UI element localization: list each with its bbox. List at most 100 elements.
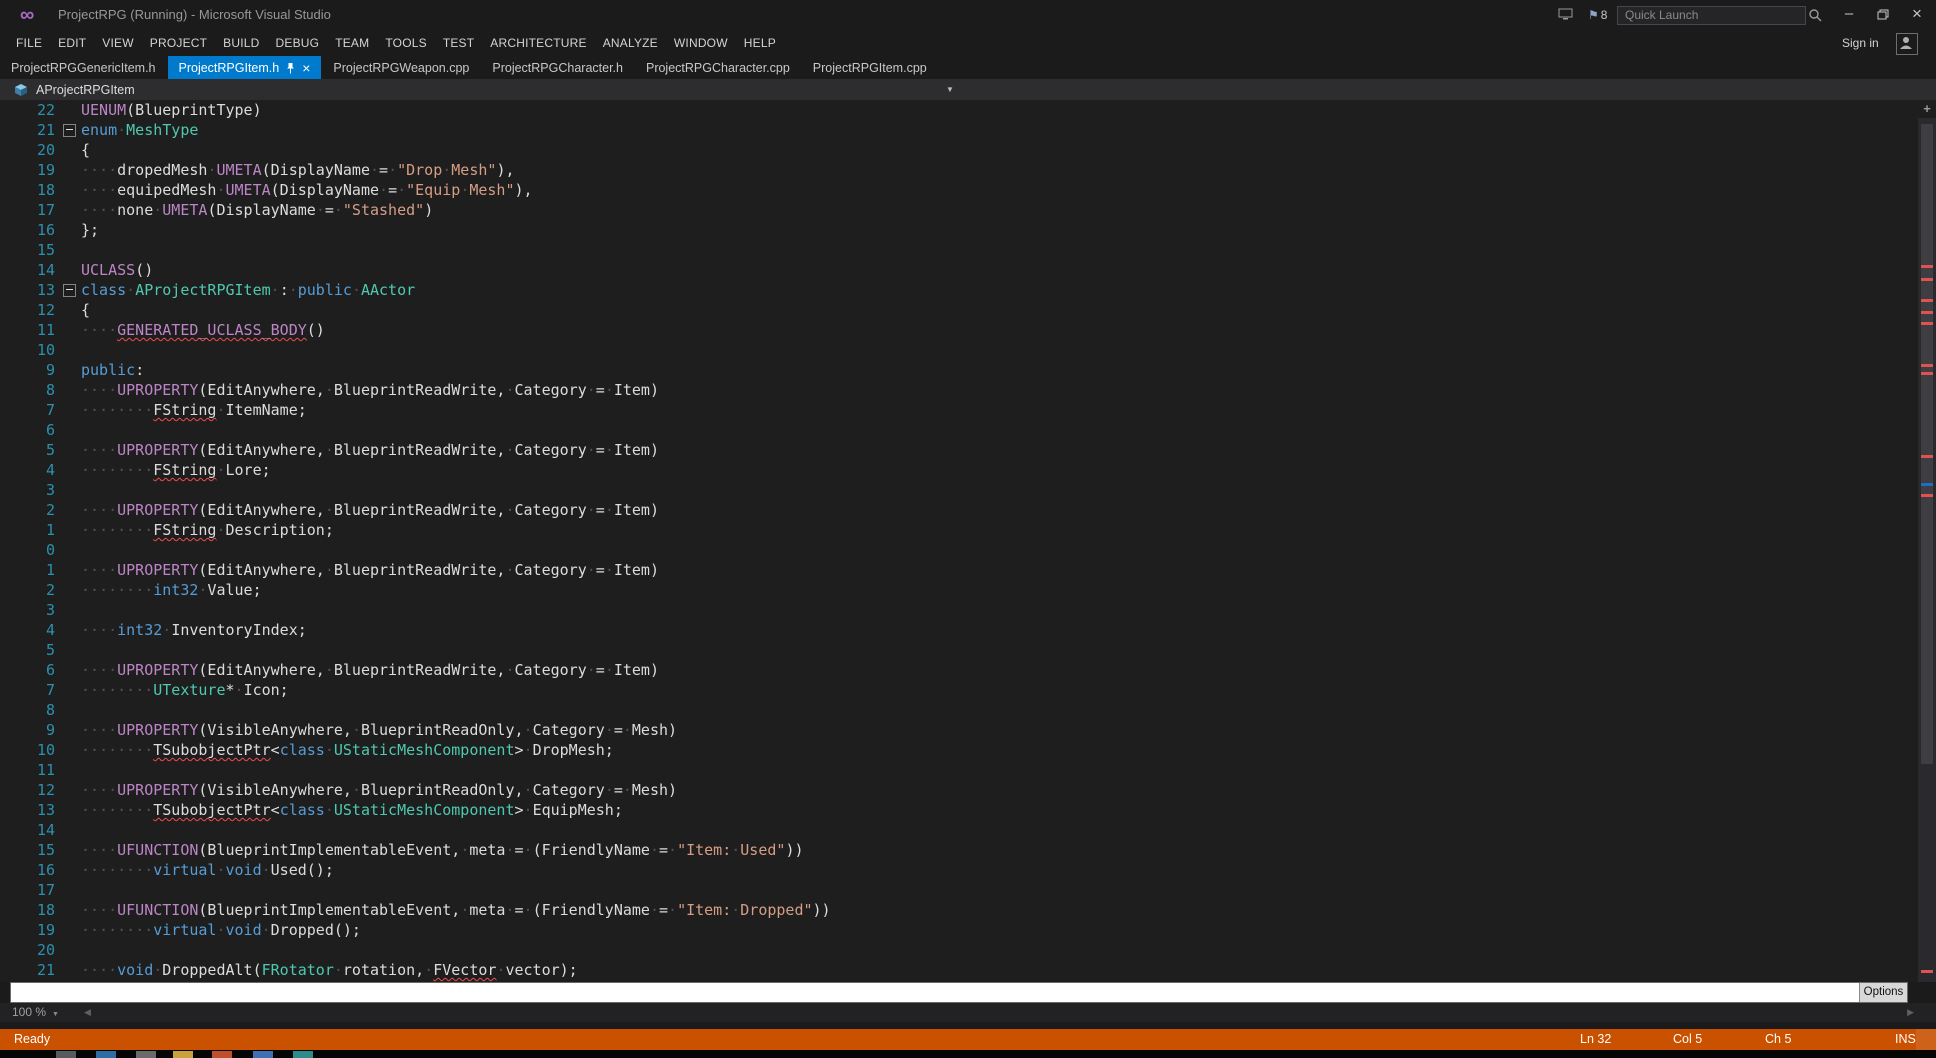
code-line[interactable]: 8····UPROPERTY(EditAnywhere,·BlueprintRe… bbox=[0, 380, 1918, 400]
menu-item-debug[interactable]: DEBUG bbox=[268, 30, 328, 56]
code-line[interactable]: 12····UPROPERTY(VisibleAnywhere,·Bluepri… bbox=[0, 780, 1918, 800]
code-line[interactable]: 22UENUM(BlueprintType) bbox=[0, 100, 1918, 120]
code-text: ····int32·InventoryIndex; bbox=[81, 620, 1918, 640]
user-avatar-icon[interactable] bbox=[1896, 33, 1918, 55]
split-editor-icon[interactable]: + bbox=[1919, 102, 1935, 116]
menu-item-project[interactable]: PROJECT bbox=[142, 30, 215, 56]
code-line[interactable]: 2····UPROPERTY(EditAnywhere,·BlueprintRe… bbox=[0, 500, 1918, 520]
taskbar-app-icon[interactable] bbox=[136, 1051, 156, 1058]
search-icon[interactable] bbox=[1808, 8, 1822, 27]
menu-item-test[interactable]: TEST bbox=[435, 30, 482, 56]
taskbar-app-icon[interactable] bbox=[253, 1051, 273, 1058]
code-line[interactable]: 10········TSubobjectPtr<class·UStaticMes… bbox=[0, 740, 1918, 760]
code-line[interactable]: 1····UPROPERTY(EditAnywhere,·BlueprintRe… bbox=[0, 560, 1918, 580]
code-line[interactable]: 19····dropedMesh·UMETA(DisplayName·=·"Dr… bbox=[0, 160, 1918, 180]
status-character-number: Ch 5 bbox=[1765, 1029, 1791, 1050]
code-line[interactable]: 14UCLASS() bbox=[0, 260, 1918, 280]
code-line[interactable]: 3 bbox=[0, 480, 1918, 500]
status-bar: Ready Ln 32 Col 5 Ch 5 INS bbox=[0, 1029, 1936, 1050]
restore-button[interactable] bbox=[1868, 0, 1898, 32]
feedback-monitor-icon[interactable] bbox=[1558, 8, 1573, 26]
code-line[interactable]: 6····UPROPERTY(EditAnywhere,·BlueprintRe… bbox=[0, 660, 1918, 680]
tab-ProjectRPGCharacter.h[interactable]: ProjectRPGCharacter.h bbox=[481, 56, 634, 79]
code-line[interactable]: 11····GENERATED_UCLASS_BODY() bbox=[0, 320, 1918, 340]
tab-ProjectRPGCharacter.cpp[interactable]: ProjectRPGCharacter.cpp bbox=[635, 56, 801, 79]
code-line[interactable]: 10 bbox=[0, 340, 1918, 360]
code-line[interactable]: 8 bbox=[0, 700, 1918, 720]
taskbar-app-icon[interactable] bbox=[212, 1051, 232, 1058]
type-dropdown[interactable]: AProjectRPGItem ▼ bbox=[0, 79, 963, 100]
menu-item-build[interactable]: BUILD bbox=[215, 30, 267, 56]
code-line[interactable]: 15····UFUNCTION(BlueprintImplementableEv… bbox=[0, 840, 1918, 860]
code-line[interactable]: 5 bbox=[0, 640, 1918, 660]
code-line[interactable]: 4········FString·Lore; bbox=[0, 460, 1918, 480]
taskbar-app-icon[interactable] bbox=[173, 1051, 193, 1058]
code-line[interactable]: 21enum·MeshType bbox=[0, 120, 1918, 140]
code-line[interactable]: 1········FString·Description; bbox=[0, 520, 1918, 540]
tab-ProjectRPGItem.h[interactable]: ProjectRPGItem.h× bbox=[168, 56, 322, 79]
sign-in-link[interactable]: Sign in bbox=[1842, 30, 1879, 56]
code-line[interactable]: 12{ bbox=[0, 300, 1918, 320]
minimize-button[interactable]: – bbox=[1834, 0, 1864, 30]
zoom-level-dropdown[interactable]: 100 %▼ bbox=[12, 1003, 59, 1024]
code-line[interactable]: 7········UTexture*·Icon; bbox=[0, 680, 1918, 700]
find-input[interactable]: Options bbox=[10, 982, 1908, 1003]
code-line[interactable]: 11 bbox=[0, 760, 1918, 780]
pin-icon[interactable] bbox=[286, 62, 295, 74]
menu-item-tools[interactable]: TOOLS bbox=[377, 30, 434, 56]
code-line[interactable]: 16········virtual·void·Used(); bbox=[0, 860, 1918, 880]
code-line[interactable]: 9····UPROPERTY(VisibleAnywhere,·Blueprin… bbox=[0, 720, 1918, 740]
close-window-button[interactable]: × bbox=[1902, 0, 1932, 30]
code-line[interactable]: 17····none·UMETA(DisplayName·=·"Stashed"… bbox=[0, 200, 1918, 220]
menu-item-view[interactable]: VIEW bbox=[94, 30, 141, 56]
code-line[interactable]: 13········TSubobjectPtr<class·UStaticMes… bbox=[0, 800, 1918, 820]
code-line[interactable]: 16}; bbox=[0, 220, 1918, 240]
code-line[interactable]: 6 bbox=[0, 420, 1918, 440]
chevron-down-icon[interactable]: ▼ bbox=[946, 79, 954, 100]
scroll-left-arrow[interactable]: ◀ bbox=[84, 1003, 91, 1022]
code-line[interactable]: 20{ bbox=[0, 140, 1918, 160]
code-line[interactable]: 2········int32·Value; bbox=[0, 580, 1918, 600]
scroll-right-arrow[interactable]: ▶ bbox=[1907, 1003, 1914, 1022]
close-icon[interactable]: × bbox=[302, 61, 310, 75]
notifications-flag-icon[interactable]: ⚑8 bbox=[1588, 0, 1607, 30]
tab-ProjectRPGGenericItem.h[interactable]: ProjectRPGGenericItem.h bbox=[0, 56, 167, 79]
code-area[interactable]: 22UENUM(BlueprintType)21enum·MeshType20{… bbox=[0, 100, 1918, 982]
code-line[interactable]: 17 bbox=[0, 880, 1918, 900]
code-line[interactable]: 5····UPROPERTY(EditAnywhere,·BlueprintRe… bbox=[0, 440, 1918, 460]
menu-item-help[interactable]: HELP bbox=[736, 30, 784, 56]
menu-item-file[interactable]: FILE bbox=[8, 30, 50, 56]
fold-collapse-box[interactable] bbox=[55, 280, 81, 300]
tab-ProjectRPGWeapon.cpp[interactable]: ProjectRPGWeapon.cpp bbox=[322, 56, 480, 79]
code-line[interactable]: 9public: bbox=[0, 360, 1918, 380]
fold-collapse-box[interactable] bbox=[55, 120, 81, 140]
taskbar-app-icon[interactable] bbox=[56, 1051, 76, 1058]
code-line[interactable]: 13class·AProjectRPGItem·:·public·AActor bbox=[0, 280, 1918, 300]
taskbar-app-icon[interactable] bbox=[293, 1051, 313, 1058]
code-line[interactable]: 20 bbox=[0, 940, 1918, 960]
menu-item-team[interactable]: TEAM bbox=[327, 30, 377, 56]
code-line[interactable]: 3 bbox=[0, 600, 1918, 620]
tab-ProjectRPGItem.cpp[interactable]: ProjectRPGItem.cpp bbox=[802, 56, 938, 79]
code-line[interactable]: 4····int32·InventoryIndex; bbox=[0, 620, 1918, 640]
code-line[interactable]: 14 bbox=[0, 820, 1918, 840]
code-line[interactable]: 18····UFUNCTION(BlueprintImplementableEv… bbox=[0, 900, 1918, 920]
code-editor[interactable]: 22UENUM(BlueprintType)21enum·MeshType20{… bbox=[0, 100, 1936, 982]
code-line[interactable]: 18····equipedMesh·UMETA(DisplayName·=·"E… bbox=[0, 180, 1918, 200]
code-text: ········FString·Lore; bbox=[81, 460, 1918, 480]
menu-item-architecture[interactable]: ARCHITECTURE bbox=[482, 30, 594, 56]
menu-item-analyze[interactable]: ANALYZE bbox=[595, 30, 666, 56]
quick-launch-input[interactable]: Quick Launch bbox=[1617, 6, 1806, 25]
menu-item-window[interactable]: WINDOW bbox=[666, 30, 736, 56]
taskbar-app-icon[interactable] bbox=[96, 1051, 116, 1058]
menu-item-edit[interactable]: EDIT bbox=[50, 30, 94, 56]
code-line[interactable]: 7········FString·ItemName; bbox=[0, 400, 1918, 420]
windows-taskbar[interactable] bbox=[0, 1050, 1936, 1058]
code-line[interactable]: 15 bbox=[0, 240, 1918, 260]
code-line[interactable]: 0 bbox=[0, 540, 1918, 560]
find-options-button[interactable]: Options bbox=[1859, 983, 1907, 1002]
scrollbar-thumb[interactable] bbox=[1921, 124, 1933, 764]
code-line[interactable]: 19········virtual·void·Dropped(); bbox=[0, 920, 1918, 940]
vertical-scrollbar[interactable] bbox=[1918, 118, 1936, 982]
code-line[interactable]: 21····void·DroppedAlt(FRotator·rotation,… bbox=[0, 960, 1918, 980]
